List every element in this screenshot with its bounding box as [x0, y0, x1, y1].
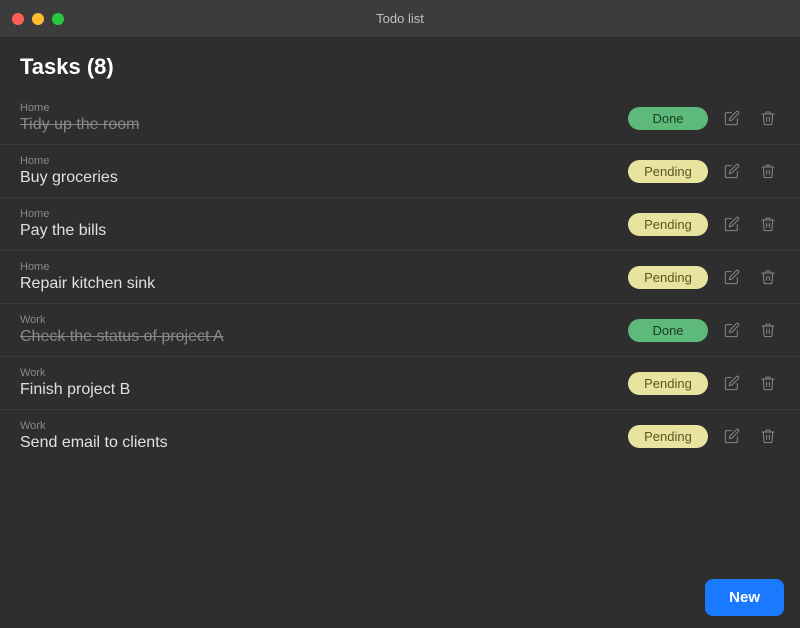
task-left: Work Finish project B	[20, 367, 130, 399]
delete-icon	[760, 269, 776, 285]
task-right: Pending	[628, 425, 780, 448]
task-name: Finish project B	[20, 381, 130, 399]
task-left: Work Check the status of project A	[20, 314, 224, 346]
page-header: Tasks (8)	[0, 38, 800, 92]
task-category: Home	[20, 155, 118, 167]
delete-icon	[760, 163, 776, 179]
window-title: Todo list	[376, 11, 424, 26]
task-right: Done	[628, 319, 780, 342]
delete-button[interactable]	[756, 267, 780, 287]
status-badge: Pending	[628, 372, 708, 395]
task-name: Send email to clients	[20, 434, 168, 452]
delete-button[interactable]	[756, 161, 780, 181]
status-badge: Pending	[628, 425, 708, 448]
maximize-button[interactable]	[52, 13, 64, 25]
delete-button[interactable]	[756, 108, 780, 128]
new-button[interactable]: New	[705, 579, 784, 616]
task-list: Home Tidy up the room Done Home Buy grocerie…	[0, 92, 800, 602]
task-category: Work	[20, 367, 130, 379]
task-item: Work Finish project B Pending	[0, 357, 800, 410]
close-button[interactable]	[12, 13, 24, 25]
task-left: Home Tidy up the room	[20, 102, 139, 134]
task-item: Home Pay the bills Pending	[0, 198, 800, 251]
task-right: Pending	[628, 160, 780, 183]
delete-icon	[760, 428, 776, 444]
task-category: Work	[20, 420, 168, 432]
status-badge: Pending	[628, 213, 708, 236]
task-category: Home	[20, 208, 106, 220]
edit-button[interactable]	[720, 373, 744, 393]
bottom-bar: New	[689, 567, 800, 628]
task-name: Tidy up the room	[20, 116, 139, 134]
task-right: Pending	[628, 372, 780, 395]
task-left: Home Pay the bills	[20, 208, 106, 240]
task-left: Home Repair kitchen sink	[20, 261, 155, 293]
delete-icon	[760, 110, 776, 126]
status-badge: Done	[628, 319, 708, 342]
edit-icon	[724, 322, 740, 338]
delete-button[interactable]	[756, 373, 780, 393]
main-content: Tasks (8) Home Tidy up the room Done Home Bu…	[0, 38, 800, 628]
task-name: Pay the bills	[20, 222, 106, 240]
task-name: Buy groceries	[20, 169, 118, 187]
task-left: Work Send email to clients	[20, 420, 168, 452]
task-item: Work Send email to clients Pending	[0, 410, 800, 462]
delete-button[interactable]	[756, 320, 780, 340]
status-badge: Pending	[628, 160, 708, 183]
task-item: Home Tidy up the room Done	[0, 92, 800, 145]
task-right: Done	[628, 107, 780, 130]
delete-button[interactable]	[756, 426, 780, 446]
traffic-lights	[12, 13, 64, 25]
task-right: Pending	[628, 266, 780, 289]
task-item: Work Check the status of project A Done	[0, 304, 800, 357]
edit-icon	[724, 428, 740, 444]
status-badge: Done	[628, 107, 708, 130]
delete-icon	[760, 322, 776, 338]
task-category: Home	[20, 102, 139, 114]
edit-button[interactable]	[720, 320, 744, 340]
task-name: Check the status of project A	[20, 328, 224, 346]
page-title: Tasks (8)	[20, 54, 780, 80]
edit-button[interactable]	[720, 426, 744, 446]
task-item: Home Buy groceries Pending	[0, 145, 800, 198]
task-name: Repair kitchen sink	[20, 275, 155, 293]
edit-icon	[724, 163, 740, 179]
edit-icon	[724, 269, 740, 285]
edit-icon	[724, 216, 740, 232]
edit-button[interactable]	[720, 214, 744, 234]
delete-icon	[760, 375, 776, 391]
task-category: Home	[20, 261, 155, 273]
delete-icon	[760, 216, 776, 232]
edit-button[interactable]	[720, 108, 744, 128]
edit-button[interactable]	[720, 267, 744, 287]
delete-button[interactable]	[756, 214, 780, 234]
task-category: Work	[20, 314, 224, 326]
task-item: Home Repair kitchen sink Pending	[0, 251, 800, 304]
task-right: Pending	[628, 213, 780, 236]
title-bar: Todo list	[0, 0, 800, 38]
status-badge: Pending	[628, 266, 708, 289]
edit-button[interactable]	[720, 161, 744, 181]
minimize-button[interactable]	[32, 13, 44, 25]
edit-icon	[724, 110, 740, 126]
task-left: Home Buy groceries	[20, 155, 118, 187]
edit-icon	[724, 375, 740, 391]
